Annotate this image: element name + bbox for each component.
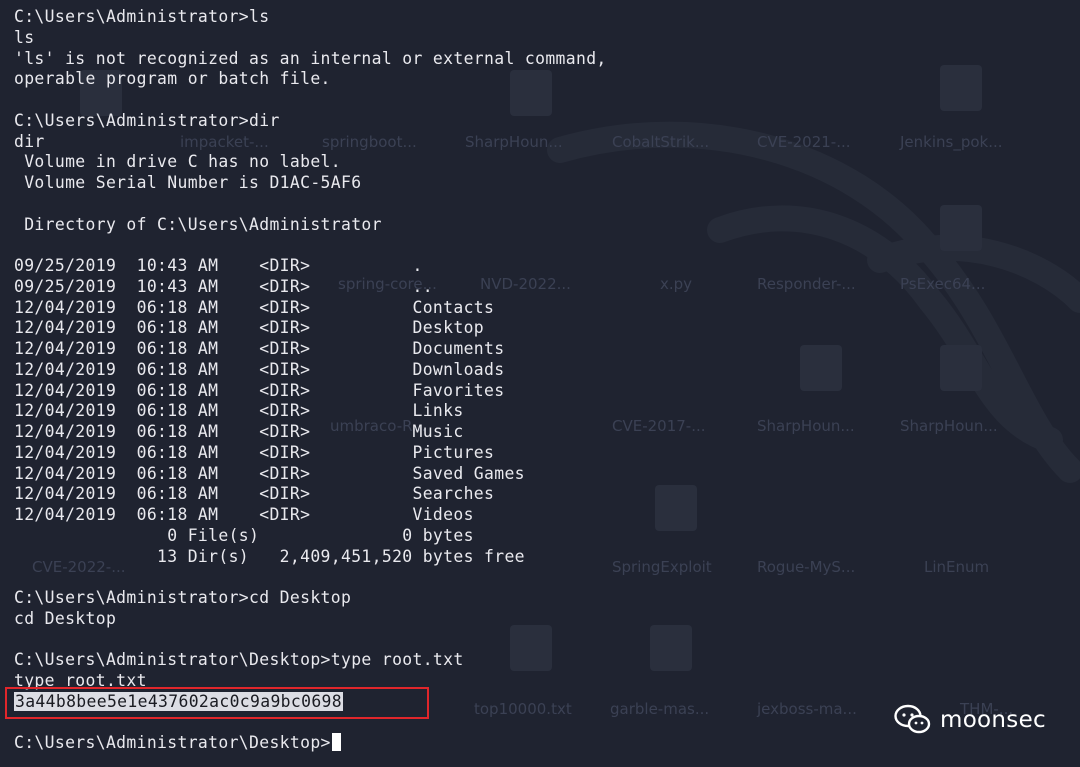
terminal-line: 0 File(s) 0 bytes xyxy=(14,525,474,545)
terminal-line: 'ls' is not recognized as an internal or… xyxy=(14,48,607,68)
terminal-line: dir xyxy=(14,131,45,151)
terminal-line: 12/04/2019 06:18 AM <DIR> Saved Games xyxy=(14,463,525,483)
text-cursor xyxy=(331,733,341,752)
terminal-line: 12/04/2019 06:18 AM <DIR> Videos xyxy=(14,505,474,524)
wechat-icon xyxy=(894,704,931,734)
terminal-line: C:\Users\Administrator>dir xyxy=(14,110,280,130)
flag-highlight-box xyxy=(5,687,429,719)
terminal-line: 12/04/2019 06:18 AM <DIR> Links xyxy=(14,401,464,421)
terminal-window[interactable]: C:\Users\Administrator>ls ls'ls' is not r… xyxy=(0,0,1080,767)
terminal-line: 12/04/2019 06:18 AM <DIR> Favorites xyxy=(14,380,505,400)
terminal-line: operable program or batch file. xyxy=(14,69,331,89)
terminal-line: 09/25/2019 10:43 AM <DIR> .. xyxy=(14,276,433,296)
terminal-line: C:\Users\Administrator>ls xyxy=(14,7,270,26)
terminal-line: 09/25/2019 10:43 AM <DIR> . xyxy=(14,256,423,275)
terminal-line: 12/04/2019 06:18 AM <DIR> Desktop xyxy=(14,318,485,338)
watermark-text: moonsec xyxy=(939,707,1046,733)
command-prompt-line[interactable]: C:\Users\Administrator\Desktop> xyxy=(14,733,1080,754)
terminal-output: C:\Users\Administrator>ls ls'ls' is not r… xyxy=(14,7,1080,692)
terminal-line: Volume Serial Number is D1AC-5AF6 xyxy=(14,173,362,192)
terminal-line: Directory of C:\Users\Administrator xyxy=(14,214,382,234)
terminal-line: 12/04/2019 06:18 AM <DIR> Documents xyxy=(14,339,505,358)
terminal-line: 12/04/2019 06:18 AM <DIR> Downloads xyxy=(14,359,505,379)
watermark: moonsec xyxy=(894,704,1046,736)
terminal-line: 12/04/2019 06:18 AM <DIR> Pictures xyxy=(14,442,495,462)
terminal-line: C:\Users\Administrator\Desktop>type root… xyxy=(14,650,464,670)
terminal-line: ls xyxy=(14,27,35,47)
command-prompt: C:\Users\Administrator\Desktop> xyxy=(14,733,331,753)
terminal-line: Volume in drive C has no label. xyxy=(14,152,341,172)
terminal-line: 12/04/2019 06:18 AM <DIR> Music xyxy=(14,422,464,441)
terminal-line: 13 Dir(s) 2,409,451,520 bytes free xyxy=(14,546,525,566)
terminal-line: 12/04/2019 06:18 AM <DIR> Contacts xyxy=(14,297,495,317)
terminal-line: C:\Users\Administrator>cd Desktop xyxy=(14,588,352,607)
terminal-line: 12/04/2019 06:18 AM <DIR> Searches xyxy=(14,484,495,504)
terminal-line: cd Desktop xyxy=(14,608,117,628)
